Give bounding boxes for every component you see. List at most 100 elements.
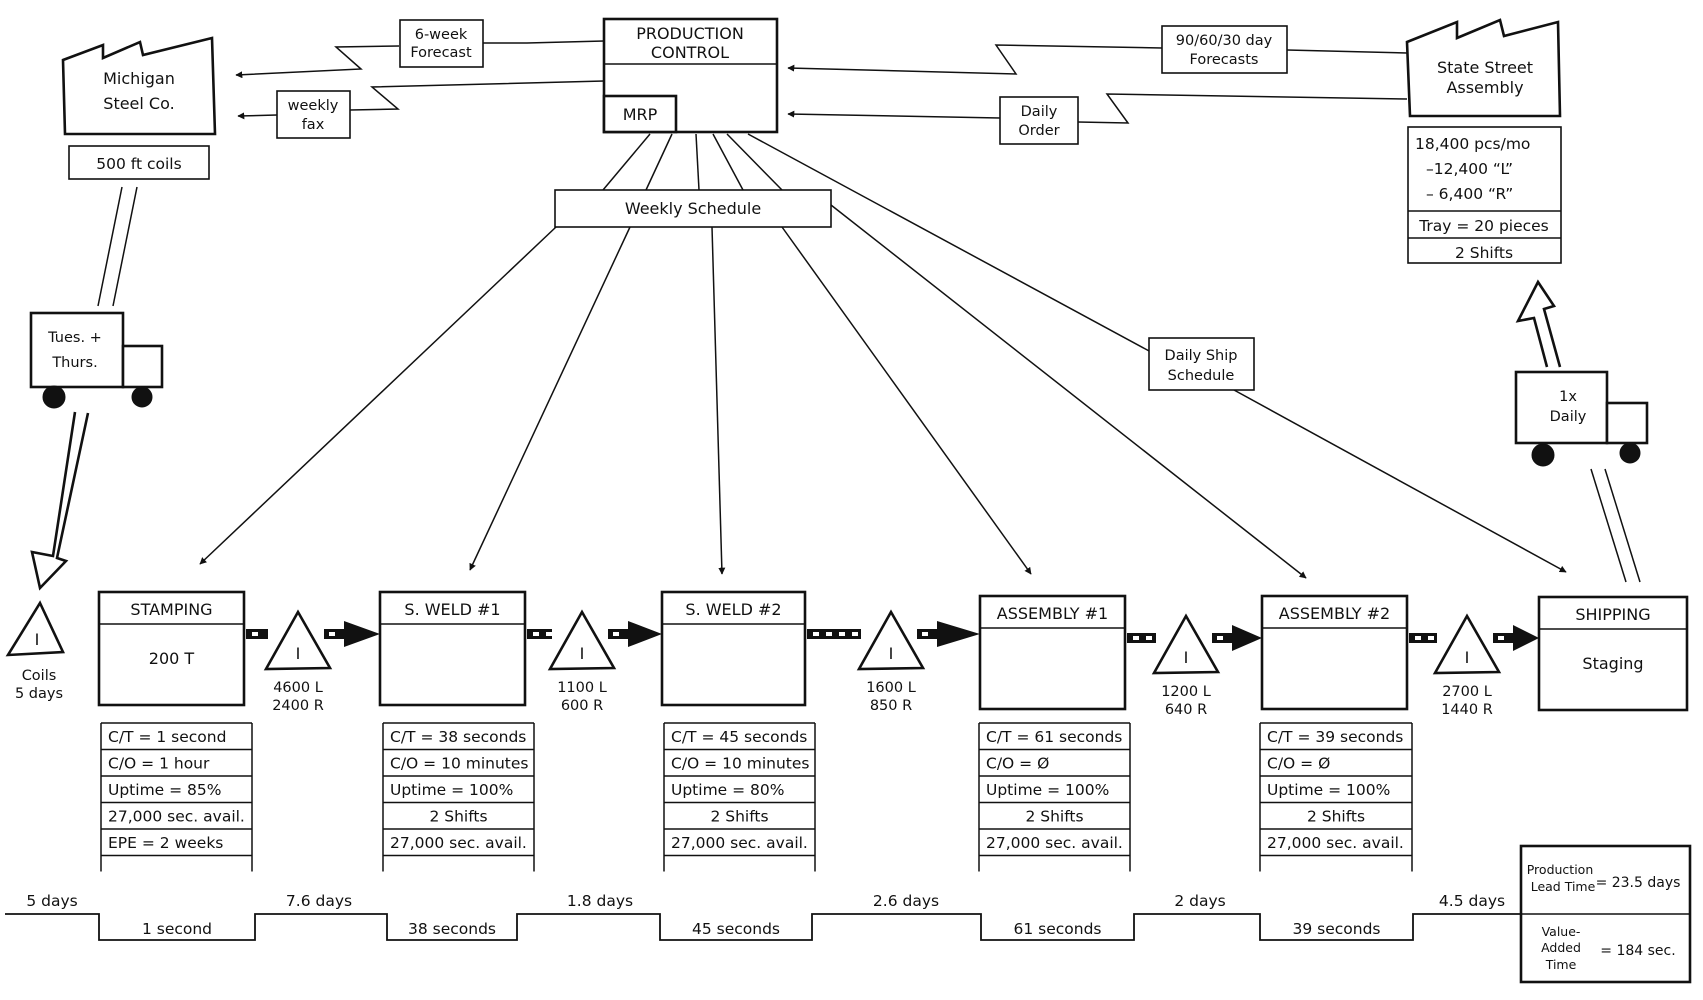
process-name: STAMPING	[130, 600, 212, 619]
svg-text:Forecast: Forecast	[410, 45, 472, 61]
customer-shifts: 2 Shifts	[1455, 244, 1513, 262]
customer-name-line2: Assembly	[1446, 78, 1523, 97]
process-name: SHIPPING	[1575, 605, 1650, 624]
process-data-box: C/T = 39 seconds C/O = Ø Uptime = 100% 2 Sh…	[1259, 722, 1413, 872]
svg-text:Daily Ship: Daily Ship	[1165, 348, 1238, 364]
process-data-cell: C/O = Ø	[986, 755, 1049, 773]
mrp-box[interactable]: MRP	[602, 94, 678, 134]
production-control-title-line1: PRODUCTION	[636, 24, 744, 43]
inventory[interactable]: I 2700 L 1440 R	[1409, 613, 1539, 718]
outbound-truck[interactable]: 1x Daily	[1514, 370, 1649, 467]
timeline-wait-time: 2 days	[1174, 892, 1225, 910]
shipment-arrow-inbound	[30, 411, 90, 591]
svg-text:fax: fax	[302, 117, 325, 133]
svg-text:Order: Order	[1018, 123, 1059, 139]
shipment-lines-outbound	[1590, 468, 1641, 583]
production-control[interactable]: PRODUCTION CONTROL MRP	[602, 17, 779, 134]
timeline-process-time: 39 seconds	[1292, 920, 1380, 938]
inventory[interactable]: I 1100 L 600 R	[527, 609, 662, 714]
process-data-cell: 27,000 sec. avail.	[1267, 834, 1404, 852]
process-name: ASSEMBLY #1	[997, 604, 1108, 623]
supplier-name-line2: Steel Co.	[103, 94, 174, 113]
raw-inventory-line1: Coils	[22, 668, 57, 684]
lead-time-value: = 23.5 days	[1596, 875, 1681, 891]
timeline-process-time: 1 second	[142, 920, 212, 938]
inventory-left-qty: 1100 L	[557, 680, 607, 696]
process-data-cell: C/T = 61 seconds	[986, 728, 1122, 746]
supplier-factory[interactable]: Michigan Steel Co.	[61, 36, 217, 136]
summary-box: Production Lead Time = 23.5 days Value- …	[1519, 844, 1692, 984]
supplier-name-line1: Michigan	[103, 69, 175, 88]
process-data-box: C/T = 38 seconds C/O = 10 minutes Uptime =…	[382, 722, 535, 872]
process-box[interactable]: SHIPPING Staging	[1537, 595, 1689, 712]
customer-demand-right: – 6,400 “R”	[1426, 185, 1513, 203]
inventory-left-qty: 1200 L	[1161, 684, 1211, 700]
svg-text:Weekly Schedule: Weekly Schedule	[625, 199, 761, 218]
timeline-process-time: 45 seconds	[692, 920, 780, 938]
forecasts-from-customer-flow	[787, 44, 1408, 75]
production-control-title-line2: CONTROL	[651, 43, 729, 62]
inventory-right-qty: 640 R	[1165, 702, 1207, 718]
process-data-cell: 27,000 sec. avail.	[390, 834, 527, 852]
process-name: S. WELD #1	[404, 600, 500, 619]
inventory-symbol: I	[1184, 648, 1189, 667]
process-data-box: C/T = 61 seconds C/O = Ø Uptime = 100% 2 Sh…	[978, 722, 1131, 872]
lead-time-ladder: 5 days 7.6 days 1.8 days 2.6 days 2 days 4.5 …	[5, 892, 1521, 941]
lead-time-label-line2: Lead Time	[1531, 879, 1596, 894]
process-data-cell: C/O = 10 minutes	[390, 755, 528, 773]
process-data-cell: C/T = 38 seconds	[390, 728, 526, 746]
inventory-symbol: I	[1465, 648, 1470, 667]
schedule-flows	[199, 133, 1567, 579]
inventory[interactable]: I 1600 L 850 R	[807, 609, 980, 714]
process-box[interactable]: ASSEMBLY #2	[1260, 594, 1409, 711]
raw-inventory-line2: 5 days	[15, 686, 63, 702]
mrp-label: MRP	[623, 105, 658, 124]
svg-text:Forecasts: Forecasts	[1190, 52, 1259, 68]
process-data-cell: C/T = 39 seconds	[1267, 728, 1403, 746]
inventory[interactable]: I 4600 L 2400 R	[246, 609, 380, 714]
svg-text:Schedule: Schedule	[1168, 368, 1235, 384]
timeline-process-time: 61 seconds	[1013, 920, 1101, 938]
svg-text:6-week: 6-week	[415, 27, 468, 43]
process-data-cell: Uptime = 100%	[390, 781, 513, 799]
process-box[interactable]: S. WELD #1	[378, 590, 527, 707]
process-box[interactable]: ASSEMBLY #1	[978, 594, 1127, 711]
process-body: Staging	[1582, 654, 1643, 673]
six-week-forecast-label: 6-week Forecast	[399, 19, 484, 68]
supplier-data-box: 500 ft coils	[68, 145, 210, 180]
process-data-cell: C/O = 10 minutes	[671, 755, 809, 773]
inventory-symbol: I	[889, 644, 894, 663]
weekly-fax-label: weekly fax	[276, 90, 351, 139]
process-data-cell: 2 Shifts	[1307, 808, 1365, 826]
process-data-cell: C/T = 1 second	[108, 728, 226, 746]
process-data-cell: Uptime = 80%	[671, 781, 785, 799]
customer-demand: 18,400 pcs/mo	[1415, 135, 1530, 153]
timeline-wait-time: 2.6 days	[873, 892, 939, 910]
value-added-value: = 184 sec.	[1600, 943, 1675, 959]
raw-inventory[interactable]: I Coils 5 days	[5, 600, 65, 702]
process-name: S. WELD #2	[685, 600, 781, 619]
process-data-cell: 2 Shifts	[429, 808, 487, 826]
process-data-cell: C/O = Ø	[1267, 755, 1330, 773]
process-data-cell: 27,000 sec. avail.	[108, 808, 245, 826]
customer-factory[interactable]: State Street Assembly	[1405, 18, 1562, 118]
process-box[interactable]: STAMPING 200 T	[97, 590, 246, 707]
inventory-left-qty: 2700 L	[1442, 684, 1492, 700]
lead-time-label-line1: Production	[1527, 862, 1594, 877]
inventory-left-qty: 4600 L	[273, 680, 323, 696]
inventory-symbol: I	[580, 644, 585, 663]
inbound-truck[interactable]: Tues. + Thurs.	[29, 311, 164, 409]
outbound-truck-line2: Daily	[1550, 409, 1587, 425]
inventory[interactable]: I 1200 L 640 R	[1127, 613, 1262, 718]
inventory-right-qty: 2400 R	[272, 698, 324, 714]
process-box[interactable]: S. WELD #2	[660, 590, 807, 707]
process-data-box: C/T = 45 seconds C/O = 10 minutes Uptime =…	[663, 722, 816, 872]
daily-order-flow	[787, 93, 1408, 124]
inventory-left-qty: 1600 L	[866, 680, 916, 696]
timeline-wait-time: 7.6 days	[286, 892, 352, 910]
process-data-cell: 2 Shifts	[1025, 808, 1083, 826]
svg-text:90/60/30 day: 90/60/30 day	[1176, 33, 1273, 49]
svg-text:Daily: Daily	[1021, 104, 1058, 120]
supplier-note: 500 ft coils	[96, 155, 181, 173]
value-added-label-line2: Added	[1541, 940, 1581, 955]
